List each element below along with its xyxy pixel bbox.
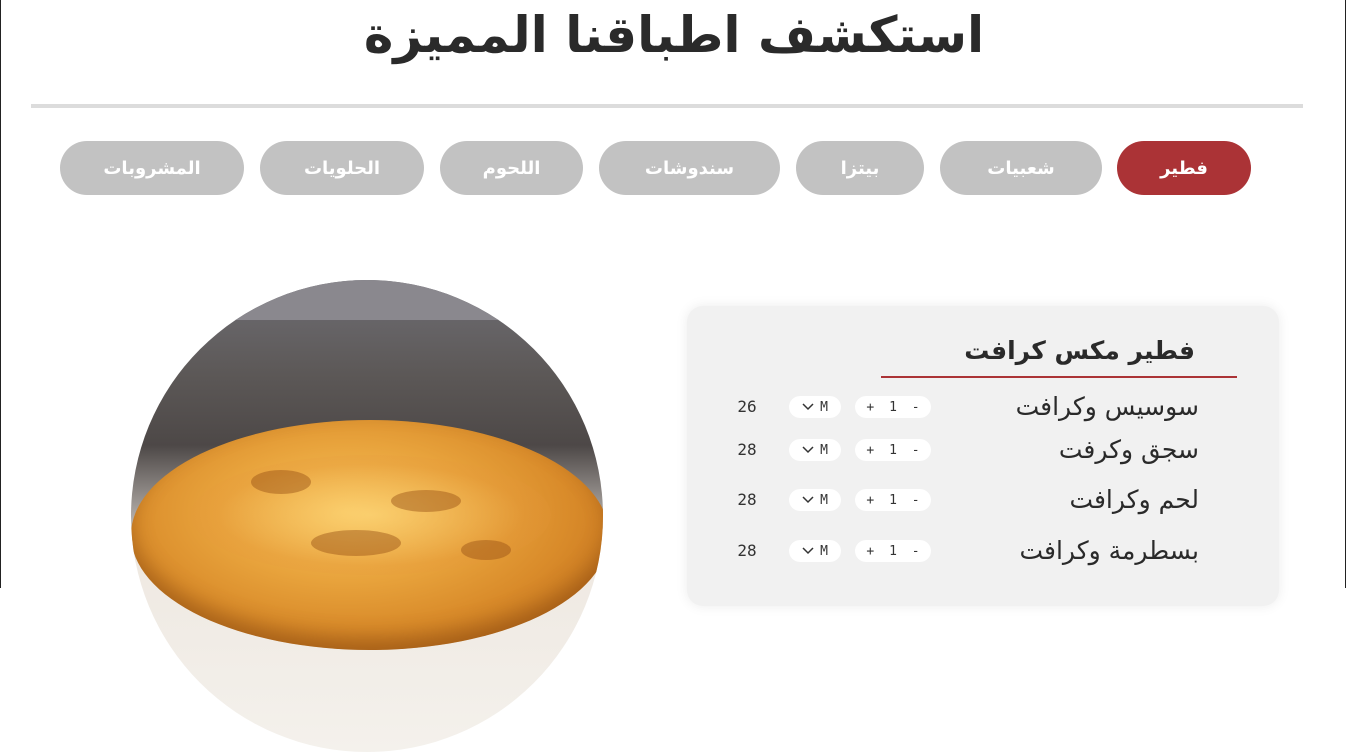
minus-button[interactable]: - <box>912 493 920 508</box>
minus-button[interactable]: - <box>912 544 920 559</box>
size-select[interactable]: M <box>789 439 841 461</box>
quantity-stepper: + 1 - <box>855 396 931 418</box>
tab-desserts[interactable]: الحلويات <box>260 141 424 195</box>
size-select[interactable]: M <box>789 540 841 562</box>
menu-title: فطير مكس كرافت <box>964 336 1195 365</box>
quantity-value: 1 <box>889 442 897 458</box>
pastry-spot <box>461 540 511 560</box>
minus-button[interactable]: - <box>912 400 920 415</box>
item-price: 28 <box>737 541 757 560</box>
chevron-down-icon <box>802 547 814 555</box>
quantity-value: 1 <box>889 492 897 508</box>
quantity-stepper: + 1 - <box>855 489 931 511</box>
tab-pizza[interactable]: بيتزا <box>796 141 924 195</box>
plus-button[interactable]: + <box>866 400 874 415</box>
plus-button[interactable]: + <box>866 493 874 508</box>
pastry-spot <box>251 470 311 494</box>
menu-card: فطير مكس كرافت سوسيس وكرافت + 1 - M 26 س… <box>687 306 1279 606</box>
item-price: 26 <box>737 397 757 416</box>
item-price: 28 <box>737 440 757 459</box>
plus-button[interactable]: + <box>866 544 874 559</box>
tab-sandwiches[interactable]: سندوشات <box>599 141 780 195</box>
size-value: M <box>820 492 828 508</box>
chevron-down-icon <box>802 403 814 411</box>
menu-row: بسطرمة وكرافت + 1 - M 28 <box>687 534 1279 568</box>
quantity-value: 1 <box>889 399 897 415</box>
chevron-down-icon <box>802 446 814 454</box>
dish-image <box>131 280 603 752</box>
item-price: 28 <box>737 490 757 509</box>
page-title: استكشف اطباقنا المميزة <box>363 6 985 64</box>
tab-fateer[interactable]: فطير <box>1117 141 1251 195</box>
title-divider <box>31 104 1303 108</box>
quantity-stepper: + 1 - <box>855 540 931 562</box>
tab-shaabiyat[interactable]: شعبيات <box>940 141 1102 195</box>
menu-row: لحم وكرافت + 1 - M 28 <box>687 483 1279 517</box>
pastry-spot <box>311 530 401 556</box>
item-name: سوسيس وكرافت <box>1015 392 1199 421</box>
minus-button[interactable]: - <box>912 443 920 458</box>
item-name: بسطرمة وكرافت <box>1019 536 1199 565</box>
item-name: سجق وكرفت <box>1058 435 1199 464</box>
chevron-down-icon <box>802 496 814 504</box>
pastry-spot <box>391 490 461 512</box>
quantity-value: 1 <box>889 543 897 559</box>
size-select[interactable]: M <box>789 396 841 418</box>
size-value: M <box>820 543 828 559</box>
quantity-stepper: + 1 - <box>855 439 931 461</box>
item-name: لحم وكرافت <box>1069 485 1199 514</box>
menu-row: سوسيس وكرافت + 1 - M 26 <box>687 390 1279 424</box>
image-backdrop <box>131 280 603 320</box>
size-value: M <box>820 442 828 458</box>
plus-button[interactable]: + <box>866 443 874 458</box>
size-select[interactable]: M <box>789 489 841 511</box>
menu-row: سجق وكرفت + 1 - M 28 <box>687 433 1279 467</box>
tab-drinks[interactable]: المشروبات <box>60 141 244 195</box>
size-value: M <box>820 399 828 415</box>
menu-title-underline <box>881 376 1237 378</box>
tab-meats[interactable]: اللحوم <box>440 141 583 195</box>
